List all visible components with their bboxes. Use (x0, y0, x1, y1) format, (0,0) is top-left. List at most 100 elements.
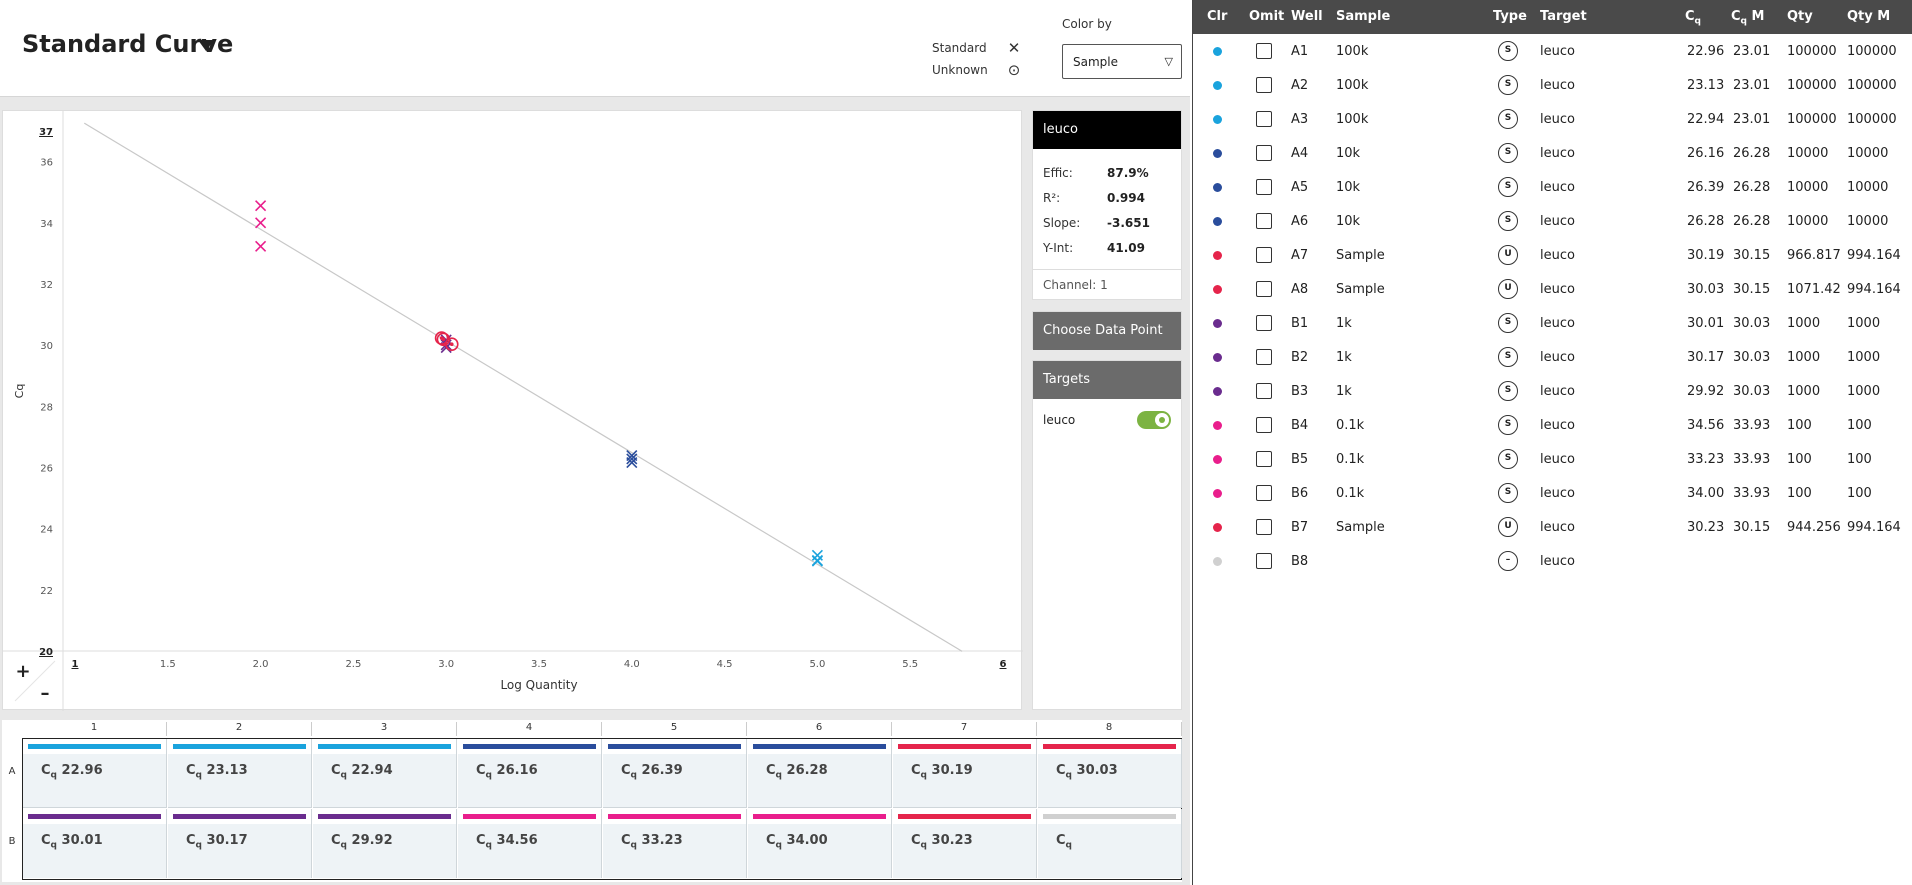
zoom-out-button[interactable]: – (35, 683, 55, 704)
omit-checkbox[interactable] (1256, 383, 1272, 399)
y-tick-label: 24 (40, 525, 53, 536)
omit-checkbox[interactable] (1256, 349, 1272, 365)
omit-checkbox[interactable] (1256, 315, 1272, 331)
plate-well[interactable]: Cq 26.39 (603, 739, 747, 808)
plate-well[interactable]: Cq 22.96 (23, 739, 167, 808)
cell-target: leuco (1540, 146, 1575, 161)
plate-well[interactable]: Cq 34.00 (748, 809, 892, 878)
plate-well[interactable]: Cq 23.13 (168, 739, 312, 808)
plate-well[interactable]: Cq 30.23 (893, 809, 1037, 878)
col-header-cq[interactable]: Cq (1685, 9, 1701, 27)
table-row[interactable]: S A5 10k leuco 26.39 26.28 10000 10000 (1193, 170, 1912, 204)
table-row[interactable]: U A8 Sample leuco 30.03 30.15 1071.42 994.164 (1193, 272, 1912, 306)
omit-checkbox[interactable] (1256, 111, 1272, 127)
table-row[interactable]: S B4 0.1k leuco 34.56 33.93 100 100 (1193, 408, 1912, 442)
title-dropdown-caret-icon[interactable] (198, 40, 214, 51)
col-header-well[interactable]: Well (1291, 9, 1323, 24)
left-pane: Standard Curve Standard ✕ Unknown ⊙ Colo… (0, 0, 1190, 885)
col-header-type[interactable]: Type (1493, 9, 1527, 24)
plate-well[interactable]: Cq 30.01 (23, 809, 167, 878)
table-row[interactable]: S A3 100k leuco 22.94 23.01 100000 100000 (1193, 102, 1912, 136)
col-header-omit[interactable]: Omit (1249, 9, 1284, 24)
omit-checkbox[interactable] (1256, 553, 1272, 569)
col-header-qty[interactable]: Qty (1787, 9, 1813, 24)
well-cq-value: 22.94 (347, 763, 393, 778)
omit-checkbox[interactable] (1256, 145, 1272, 161)
color-dot (1213, 455, 1222, 464)
table-row[interactable]: S A6 10k leuco 26.28 26.28 10000 10000 (1193, 204, 1912, 238)
plate-column-header[interactable]: 5 (602, 722, 747, 736)
plate-column-header[interactable]: 3 (312, 722, 457, 736)
plate-row-header[interactable]: A (2, 766, 22, 777)
plate-well[interactable]: Cq (1038, 809, 1182, 878)
plate-column-header[interactable]: 7 (892, 722, 1037, 736)
col-header-qty-m[interactable]: Qty M (1847, 9, 1890, 24)
standard-point[interactable] (255, 200, 267, 212)
omit-checkbox[interactable] (1256, 77, 1272, 93)
plate-well[interactable]: Cq 33.23 (603, 809, 747, 878)
cell-target: leuco (1540, 486, 1575, 501)
cell-target: leuco (1540, 112, 1575, 127)
choose-data-point-button[interactable]: Choose Data Point (1032, 311, 1182, 350)
table-row[interactable]: – B8 leuco (1193, 544, 1912, 578)
cell-sample: 1k (1336, 350, 1352, 365)
plate-well[interactable]: Cq 30.17 (168, 809, 312, 878)
table-row[interactable]: S A2 100k leuco 23.13 23.01 100000 100000 (1193, 68, 1912, 102)
omit-checkbox[interactable] (1256, 485, 1272, 501)
table-row[interactable]: U A7 Sample leuco 30.19 30.15 966.817 994.164 (1193, 238, 1912, 272)
color-by-value: Sample (1073, 55, 1118, 69)
omit-checkbox[interactable] (1256, 519, 1272, 535)
col-header-target[interactable]: Target (1540, 9, 1587, 24)
plate-column-header[interactable]: 4 (457, 722, 602, 736)
omit-checkbox[interactable] (1256, 179, 1272, 195)
standard-point[interactable] (255, 217, 267, 229)
omit-checkbox[interactable] (1256, 43, 1272, 59)
plate-well[interactable]: Cq 29.92 (313, 809, 457, 878)
plate-well[interactable]: Cq 22.94 (313, 739, 457, 808)
target-name-header: leuco (1033, 111, 1181, 149)
omit-checkbox[interactable] (1256, 247, 1272, 263)
table-row[interactable]: S A1 100k leuco 22.96 23.01 100000 100000 (1193, 34, 1912, 68)
standard-point[interactable] (255, 240, 267, 252)
col-header-cq-m[interactable]: Cq M (1731, 9, 1764, 27)
plate-well[interactable]: Cq 30.03 (1038, 739, 1182, 808)
omit-checkbox[interactable] (1256, 213, 1272, 229)
cell-qty: 10000 (1787, 146, 1829, 161)
cell-qty: 944.256 (1787, 520, 1841, 535)
cell-cq: 23.13 (1687, 78, 1725, 93)
col-header-sample[interactable]: Sample (1336, 9, 1390, 24)
omit-checkbox[interactable] (1256, 281, 1272, 297)
cell-sample: 100k (1336, 78, 1369, 93)
plate-well[interactable]: Cq 34.56 (458, 809, 602, 878)
table-row[interactable]: S B3 1k leuco 29.92 30.03 1000 1000 (1193, 374, 1912, 408)
plate-well[interactable]: Cq 26.28 (748, 739, 892, 808)
plate-column-header[interactable]: 2 (167, 722, 312, 736)
plate-column-header[interactable]: 8 (1037, 722, 1182, 736)
table-row[interactable]: S B2 1k leuco 30.17 30.03 1000 1000 (1193, 340, 1912, 374)
plate-column-header[interactable]: 1 (22, 722, 167, 736)
plate-column-header[interactable]: 6 (747, 722, 892, 736)
col-header-clr[interactable]: Clr (1207, 9, 1227, 24)
table-row[interactable]: S B6 0.1k leuco 34.00 33.93 100 100 (1193, 476, 1912, 510)
plate-row-header[interactable]: B (2, 836, 22, 847)
well-color-bar (898, 814, 1031, 819)
table-row[interactable]: U B7 Sample leuco 30.23 30.15 944.256 994.164 (1193, 510, 1912, 544)
color-dot (1213, 489, 1222, 498)
target-toggle-switch[interactable] (1137, 411, 1171, 429)
x-tick-label: 4.0 (624, 659, 640, 670)
omit-checkbox[interactable] (1256, 417, 1272, 433)
standard-point[interactable] (811, 549, 823, 561)
cell-qty: 100 (1787, 418, 1812, 433)
plate-well[interactable]: Cq 30.19 (893, 739, 1037, 808)
omit-checkbox[interactable] (1256, 451, 1272, 467)
table-row[interactable]: S B1 1k leuco 30.01 30.03 1000 1000 (1193, 306, 1912, 340)
plate-well[interactable]: Cq 26.16 (458, 739, 602, 808)
table-row[interactable]: S B5 0.1k leuco 33.23 33.93 100 100 (1193, 442, 1912, 476)
cell-cq: 33.23 (1687, 452, 1725, 467)
x-tick-label: 2.5 (345, 659, 361, 670)
well-cq-text: Cq 30.23 (911, 833, 973, 851)
table-row[interactable]: S A4 10k leuco 26.16 26.28 10000 10000 (1193, 136, 1912, 170)
cell-qty: 966.817 (1787, 248, 1841, 263)
color-by-select[interactable]: Sample ▽ (1062, 44, 1182, 79)
zoom-in-button[interactable]: + (13, 661, 33, 682)
